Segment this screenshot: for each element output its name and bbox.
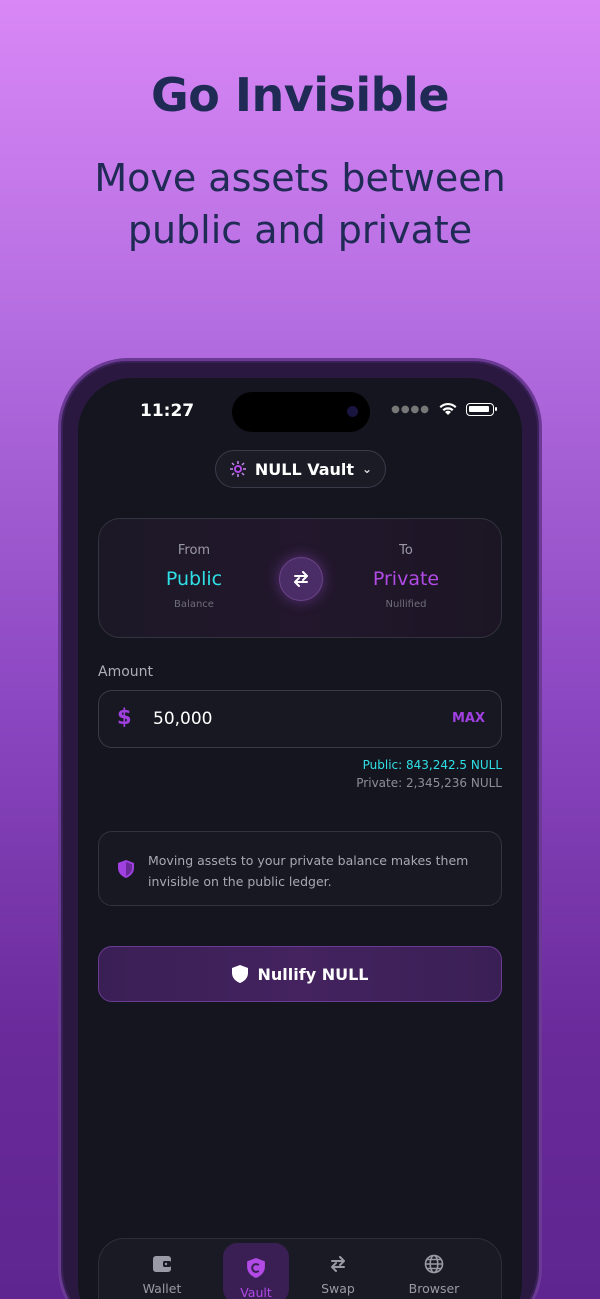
shield-icon [231, 965, 248, 983]
info-notice: Moving assets to your private balance ma… [98, 831, 502, 906]
globe-icon [424, 1254, 444, 1274]
public-balance: Public: 843,242.5 NULL [362, 758, 502, 772]
to-label: To [399, 543, 413, 558]
nullify-button[interactable]: Nullify NULL [98, 946, 502, 1002]
from-label: From [177, 543, 211, 558]
camera-icon [347, 406, 358, 417]
tab-bar: Wallet Vault Swap Browser [98, 1238, 502, 1299]
status-indicators: ●●●● [391, 402, 497, 416]
wifi-icon [439, 402, 457, 415]
promo-headline: Go Invisible [150, 68, 450, 122]
private-balance: Private: 2,345,236 NULL [356, 776, 502, 790]
tab-swap[interactable]: Swap [305, 1239, 371, 1299]
to-sub: Nullified [385, 599, 427, 610]
amount-input[interactable]: $ 50,000 MAX [98, 690, 502, 748]
shield-icon [118, 860, 134, 878]
dynamic-island [232, 392, 370, 432]
tab-vault[interactable]: Vault [223, 1243, 289, 1299]
promo-subheadline: Move assets between public and private [94, 156, 506, 252]
signal-icon: ●●●● [391, 403, 430, 415]
vault-selector[interactable]: NULL Vault ⌄ [215, 450, 386, 488]
from-side[interactable]: From Public Balance [119, 543, 269, 610]
swap-direction-card: From Public Balance To Private Nullified [98, 518, 502, 638]
battery-icon [466, 402, 497, 416]
tab-label: Wallet [142, 1281, 182, 1296]
amount-label: Amount [98, 664, 154, 680]
chevron-down-icon: ⌄ [362, 462, 373, 476]
info-text: Moving assets to your private balance ma… [148, 853, 469, 889]
tab-label: Swap [321, 1281, 355, 1296]
tab-browser[interactable]: Browser [401, 1239, 467, 1299]
phone-screen: 11:27 ●●●● NULL Vault ⌄ From Public Bala… [78, 378, 522, 1299]
from-sub: Balance [174, 599, 214, 610]
wallet-icon [153, 1256, 171, 1272]
vault-selector-label: NULL Vault [254, 459, 355, 479]
to-side[interactable]: To Private Nullified [331, 543, 481, 610]
swap-icon [331, 1256, 345, 1272]
tab-label: Vault [240, 1285, 272, 1299]
from-value: Public [165, 568, 223, 590]
tab-label: Browser [408, 1281, 460, 1296]
swap-arrows-icon [294, 571, 308, 587]
nullify-button-label: Nullify NULL [257, 964, 369, 984]
max-button[interactable]: MAX [452, 711, 485, 726]
vault-icon [247, 1258, 265, 1278]
tab-wallet[interactable]: Wallet [129, 1239, 195, 1299]
dollar-icon: $ [117, 705, 132, 729]
amount-value[interactable]: 50,000 [153, 709, 212, 729]
null-logo-icon [229, 461, 246, 477]
status-time: 11:27 [140, 401, 195, 421]
swap-direction-button[interactable] [279, 557, 323, 601]
to-value: Private [372, 568, 440, 590]
